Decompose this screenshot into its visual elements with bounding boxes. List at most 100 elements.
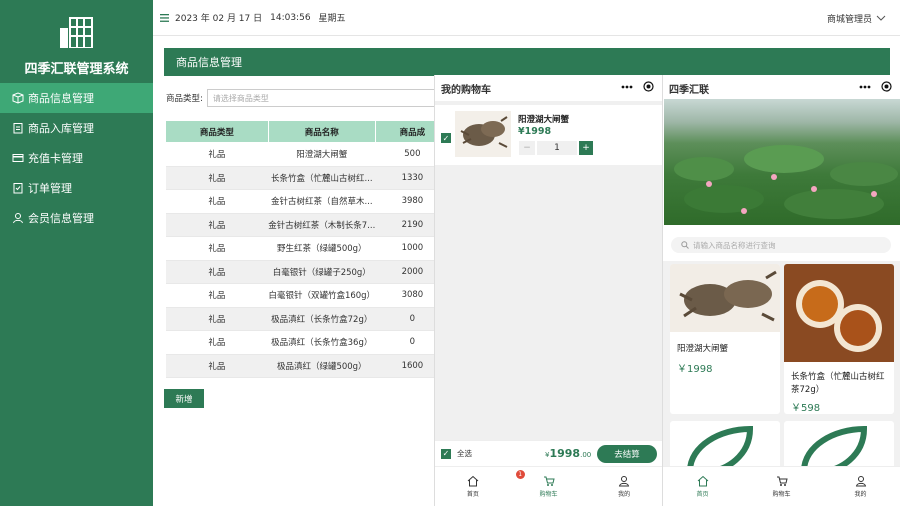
table-cell: 礼品 [165, 354, 269, 378]
table-row: 礼品 白毫银针（绿罐子250g） 2000 [165, 260, 450, 284]
table-row: 礼品 长条竹盒（忙麓山古树红... 1330 [165, 166, 450, 190]
current-weekday: 星期五 [318, 14, 346, 24]
qty-value[interactable]: 1 [537, 141, 577, 155]
item-name: 阳澄湖大闸蟹 [518, 115, 570, 125]
sidebar-item-members[interactable]: 会员信息管理 [0, 203, 153, 233]
user-icon [13, 213, 23, 224]
user-icon [855, 476, 866, 487]
sidebar-item-orders[interactable]: 订单管理 [0, 173, 153, 203]
current-date: 2023 年 02 月 17 日 [175, 14, 263, 24]
tab-cart[interactable]: 购物车 [742, 467, 821, 506]
filter-label: 商品类型: [166, 94, 203, 104]
tab-label: 我的 [854, 491, 867, 498]
product-type-select[interactable]: 请选择商品类型 [206, 89, 447, 107]
cart-item: ✓ 阳澄湖大闸蟹 ¥1998 − 1 + [435, 105, 663, 165]
tab-home[interactable]: 首页 [663, 467, 742, 506]
total-price: ¥1998.00 [545, 447, 592, 460]
table-cell: 野生红茶（绿罐500g） [268, 236, 376, 261]
table-row: 礼品 极品滇红（绿罐500g） 1600 [165, 354, 450, 378]
cart-body: ✓ 阳澄湖大闸蟹 ¥1998 − 1 + ✓ 全选 ¥1998.00 去结算 首… [435, 101, 663, 506]
table-cell: 礼品 [165, 142, 269, 167]
sidebar-item-label: 商品入库管理 [28, 122, 94, 135]
tab-home[interactable]: 首页 [435, 467, 511, 506]
select-all-checkbox[interactable]: ✓ [441, 448, 451, 459]
sidebar: 四季汇联管理系统 商品信息管理 商品入库管理 充值卡管理 订单管理 会员信息管理 [0, 0, 153, 506]
page-title: 商品信息管理 [176, 56, 242, 69]
cart-phone-preview: 我的购物车 ✓ 阳澄湖大闸蟹 ¥1998 − 1 + ✓ 全选 ¥1998.00 [434, 75, 663, 506]
more-icon[interactable] [621, 85, 633, 89]
table-cell: 礼品 [165, 307, 269, 331]
table-cell: 礼品 [165, 330, 269, 355]
search-icon [681, 241, 689, 249]
column-header: 商品名称 [267, 120, 376, 143]
select-all-label: 全选 [457, 449, 472, 458]
building-logo-icon [60, 17, 93, 48]
sidebar-item-label: 订单管理 [28, 182, 72, 195]
panel-header: 商品信息管理 [164, 48, 890, 76]
shop-header: 四季汇联 [663, 75, 900, 101]
qty-plus-button[interactable]: + [579, 141, 593, 155]
menu-toggle-icon[interactable] [160, 13, 169, 22]
cart-title: 我的购物车 [441, 84, 491, 96]
table-cell: 白毫银针（双罐竹盒160g） [268, 283, 376, 308]
product-name: 长条竹盒（忙麓山古树红茶72g） [791, 372, 885, 395]
system-title: 四季汇联管理系统 [24, 62, 129, 77]
table-cell: 白毫银针（绿罐子250g） [268, 260, 376, 284]
sidebar-item-label: 充值卡管理 [28, 152, 83, 165]
sidebar-item-label: 商品信息管理 [28, 92, 94, 105]
cart-footer: ✓ 全选 ¥1998.00 去结算 [435, 440, 663, 466]
shop-title: 四季汇联 [669, 84, 709, 96]
tab-cart[interactable]: 购物车 1 [511, 467, 587, 506]
column-header: 商品类型 [165, 120, 269, 143]
table-cell: 礼品 [165, 283, 269, 308]
sidebar-item-recharge-card[interactable]: 充值卡管理 [0, 143, 153, 173]
clipboard-icon [13, 123, 23, 134]
leaf-placeholder-icon [687, 425, 754, 471]
card-icon [12, 154, 24, 162]
sidebar-item-stock-in[interactable]: 商品入库管理 [0, 113, 153, 143]
current-time: 14:03:56 [270, 12, 311, 23]
checkout-button[interactable]: 去结算 [597, 445, 657, 463]
record-icon[interactable] [643, 81, 654, 92]
record-icon[interactable] [881, 81, 892, 92]
shop-phone-preview: 四季汇联 请输入商品名称进行查询 阳澄湖大闸蟹 ￥1998 长条竹盒（忙麓山古树… [662, 75, 900, 506]
home-icon [467, 475, 479, 487]
tab-label: 我的 [618, 491, 631, 498]
product-card[interactable]: 阳澄湖大闸蟹 ￥1998 [670, 264, 780, 414]
product-price: ￥598 [791, 403, 821, 414]
chevron-down-icon [876, 15, 886, 21]
table-row: 礼品 野生红茶（绿罐500g） 1000 [165, 236, 450, 261]
table-row: 礼品 白毫银针（双罐竹盒160g） 3080 [165, 283, 450, 308]
admin-dropdown[interactable]: 商城管理员 [827, 0, 886, 36]
cart-header: 我的购物车 [435, 75, 662, 101]
sidebar-item-product-info[interactable]: 商品信息管理 [0, 83, 153, 113]
box-icon [12, 92, 24, 104]
admin-name: 商城管理员 [826, 14, 872, 25]
table-cell: 礼品 [165, 260, 269, 284]
product-price: ￥1998 [677, 364, 713, 375]
home-icon [697, 475, 708, 487]
item-checkbox[interactable]: ✓ [441, 133, 451, 143]
product-card[interactable]: 长条竹盒（忙麓山古树红茶72g） ￥598 [784, 264, 894, 414]
tab-label: 购物车 [539, 491, 558, 498]
tab-mine[interactable]: 我的 [586, 467, 662, 506]
shop-tab-bar: 首页 购物车 我的 [663, 466, 900, 506]
more-icon[interactable] [859, 85, 871, 89]
qty-minus-button[interactable]: − [519, 141, 535, 155]
table-row: 礼品 极品滇红（长条竹盒36g） 0 [165, 330, 450, 355]
tea-image [784, 264, 894, 362]
top-bar: 2023 年 02 月 17 日 14:03:56 星期五 商城管理员 [153, 0, 900, 36]
tab-mine[interactable]: 我的 [821, 467, 900, 506]
table-cell: 阳澄湖大闸蟹 [268, 142, 376, 167]
tab-label: 首页 [696, 491, 709, 498]
table-cell: 礼品 [165, 166, 269, 190]
product-card-placeholder[interactable] [784, 421, 894, 471]
product-card-placeholder[interactable] [670, 421, 780, 471]
table-cell: 长条竹盒（忙麓山古树红... [268, 166, 376, 190]
product-type-filter: 商品类型: 请选择商品类型 [166, 89, 447, 107]
cart-tab-bar: 首页 购物车 1 我的 [435, 466, 662, 506]
table-cell: 礼品 [165, 213, 269, 237]
add-button[interactable]: 新增 [164, 389, 204, 408]
product-search-input[interactable]: 请输入商品名称进行查询 [671, 237, 891, 253]
sidebar-menu: 商品信息管理 商品入库管理 充值卡管理 订单管理 会员信息管理 [0, 83, 153, 233]
